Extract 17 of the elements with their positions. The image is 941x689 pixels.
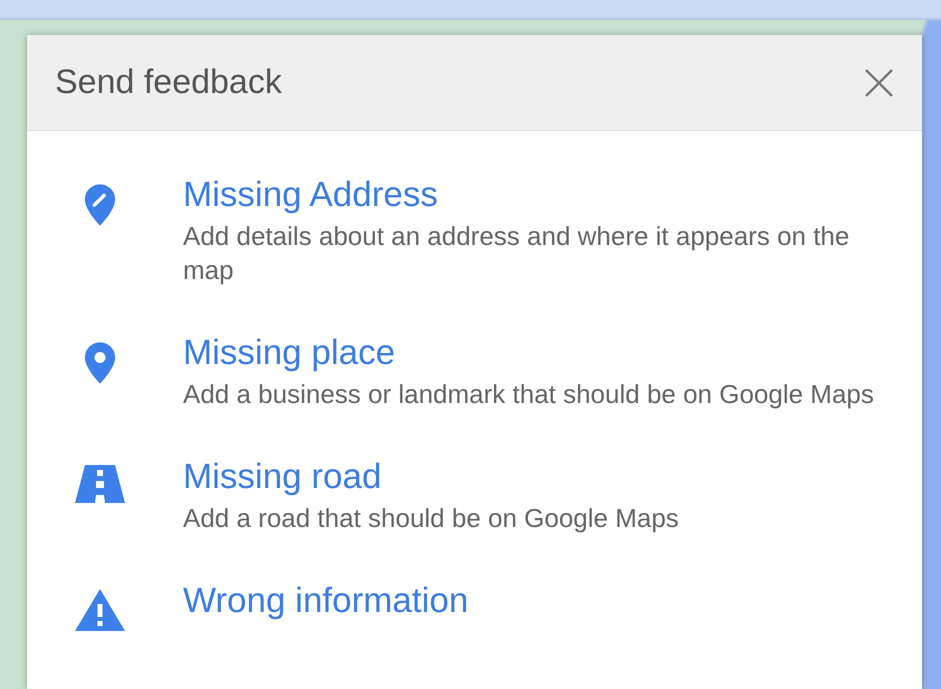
feedback-option[interactable]: Missing road Add a road that should be on Google Maps: [27, 457, 922, 535]
feedback-option[interactable]: Missing place Add a business or landmark that should be on Google Maps: [27, 333, 922, 411]
option-description: Add a road that should be on Google Maps: [183, 502, 679, 535]
map-pin-pencil-icon: [83, 183, 117, 227]
road-icon: [75, 465, 125, 503]
feedback-option[interactable]: Wrong information: [27, 581, 922, 631]
option-title: Missing place: [183, 333, 396, 373]
map-pin-icon: [83, 341, 117, 385]
option-title: Missing road: [183, 457, 382, 497]
feedback-option[interactable]: Missing Address Add details about an address and where it appears on the map: [27, 175, 922, 287]
option-description: Add a business or landmark that should be on Google Maps: [183, 378, 874, 411]
warning-icon: [75, 589, 125, 631]
option-description: Add details about an address and where it appears on the map: [183, 220, 850, 287]
close-icon: [864, 68, 894, 98]
option-title: Missing Address: [183, 175, 439, 215]
option-title: Wrong information: [183, 581, 468, 621]
dialog-title: Send feedback: [55, 63, 282, 102]
